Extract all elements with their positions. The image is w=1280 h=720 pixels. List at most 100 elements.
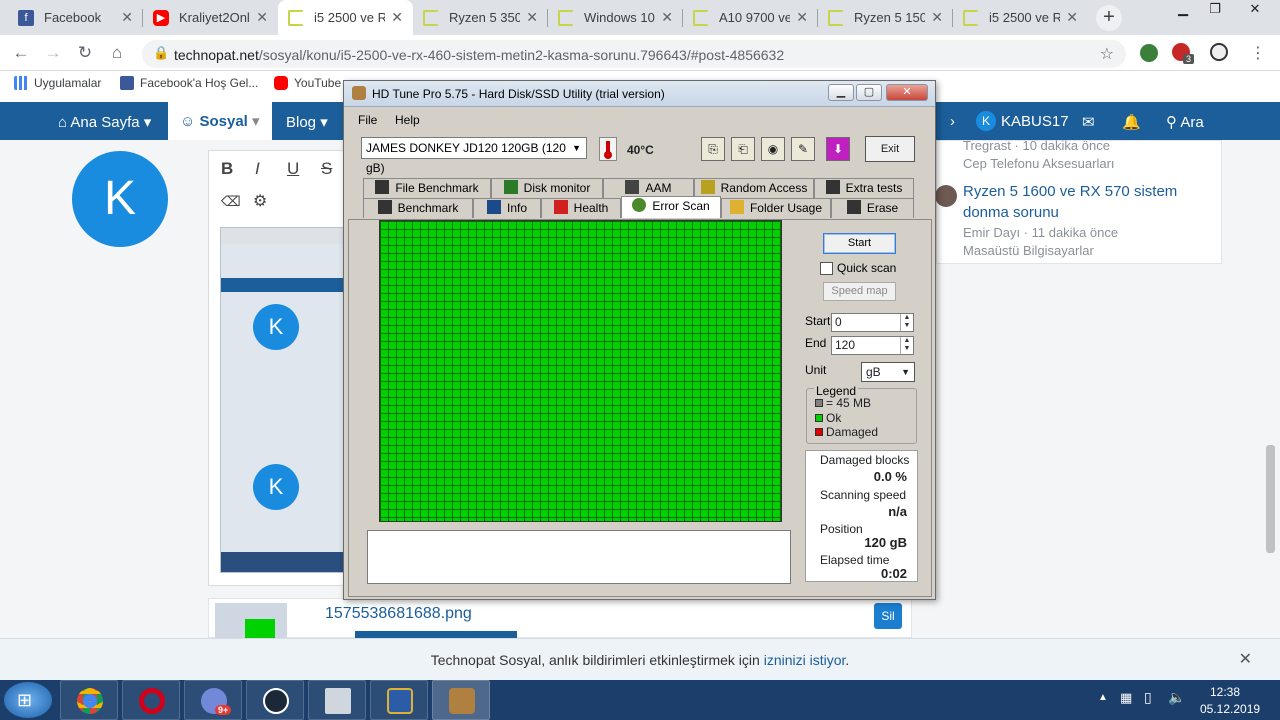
exit-button[interactable]: Exit — [865, 136, 915, 162]
close-icon[interactable]: ✕ — [931, 9, 943, 26]
drive-select[interactable]: JAMES DONKEY JD120 120GB (120 gB) ▼ — [361, 137, 587, 175]
strikethrough-icon[interactable]: S — [321, 159, 332, 179]
save-icon[interactable]: ⬇ — [826, 137, 850, 161]
menu-file[interactable]: File — [358, 113, 377, 127]
eraser-icon[interactable]: ⌫ — [221, 193, 241, 210]
hdtune-titlebar[interactable]: HD Tune Pro 5.75 - Hard Disk/SSD Utility… — [344, 81, 935, 107]
attachment-thumbnail[interactable] — [215, 603, 287, 639]
tab-kraliyet[interactable]: ▶ Kraliyet2Onli ✕ — [143, 0, 278, 35]
minimize-icon[interactable]: ▁ — [1168, 0, 1198, 22]
restore-icon[interactable]: ❐ — [1200, 0, 1230, 22]
copy-all-icon[interactable]: ⎗ — [731, 137, 755, 161]
inbox-icon[interactable]: ✉ — [1082, 113, 1095, 131]
new-tab-button[interactable]: + — [1096, 5, 1122, 31]
tab-facebook[interactable]: f Facebook ✕ — [8, 0, 143, 35]
avatar[interactable]: K — [72, 151, 168, 247]
taskbar-notepad[interactable] — [308, 680, 366, 720]
spinner-icon[interactable]: ▲ ▼ — [900, 314, 913, 331]
taskbar-opera[interactable] — [122, 680, 180, 720]
gear-icon[interactable]: ⚙ — [253, 191, 267, 211]
start-scan-button[interactable]: Start — [823, 233, 896, 254]
tab-disk-monitor[interactable]: Disk monitor — [491, 178, 603, 198]
tab-file-benchmark[interactable]: File Benchmark — [363, 178, 491, 198]
scan-log-box[interactable] — [367, 530, 791, 584]
tab-error-scan[interactable]: Error Scan — [621, 196, 721, 218]
tab-i5-2500-active[interactable]: i5 2500 ve RX ✕ — [278, 0, 413, 35]
underline-icon[interactable]: U — [287, 159, 299, 179]
address-bar[interactable]: 🔒 technopat.net/sosyal/konu/i5-2500-ve-r… — [142, 40, 1126, 68]
network-icon[interactable]: ▦ — [1120, 690, 1132, 706]
taskbar-discord[interactable]: 9+ — [184, 680, 242, 720]
battery-icon[interactable]: ▯ — [1144, 689, 1152, 706]
bold-icon[interactable]: B — [221, 159, 233, 179]
close-icon[interactable]: ✕ — [121, 9, 133, 26]
start-field[interactable]: 0 ▲ ▼ — [831, 313, 914, 332]
quick-scan-label[interactable]: Quick scan — [837, 261, 896, 275]
close-icon[interactable]: ✕ — [1066, 9, 1078, 26]
close-window-icon[interactable]: ✕ — [1240, 0, 1270, 22]
speed-map-button[interactable]: Speed map — [823, 282, 896, 301]
tab-benchmark[interactable]: Benchmark — [363, 198, 473, 218]
bookmark-star-icon[interactable]: ☆ — [1100, 44, 1114, 64]
notification-permission-link[interactable]: izninizi istiyor — [764, 652, 846, 668]
tab-windows-10[interactable]: Windows 10 ✕ — [548, 0, 683, 35]
thread-category[interactable]: Masaüstü Bilgisayarlar — [963, 243, 1094, 258]
close-icon[interactable]: ✕ — [391, 9, 403, 26]
close-icon[interactable]: ✕ — [526, 9, 538, 26]
close-icon[interactable]: ✕ — [256, 9, 268, 26]
spinner-icon[interactable]: ▲ ▼ — [900, 337, 913, 354]
menu-icon[interactable]: ⋮ — [1250, 43, 1266, 63]
bookmark-apps[interactable]: Uygulamalar — [14, 76, 101, 90]
nav-social[interactable]: ☺ Sosyal ▾ — [168, 102, 272, 140]
soccer-ball-icon[interactable] — [1210, 43, 1228, 61]
tray-overflow-icon[interactable]: ▲ — [1098, 692, 1108, 703]
delete-attachment-button[interactable]: Sil — [874, 603, 902, 629]
nav-blog[interactable]: Blog ▾ — [286, 113, 328, 131]
end-field[interactable]: 120 ▲ ▼ — [831, 336, 914, 355]
thread-title-link[interactable]: Ryzen 5 1600 ve RX 570 sistem donma soru… — [963, 181, 1213, 223]
home-icon[interactable]: ⌂ — [106, 42, 128, 64]
minimize-icon[interactable]: ▁ — [828, 84, 854, 101]
tab-folder-usage[interactable]: Folder Usage — [721, 198, 831, 218]
unit-select[interactable]: gB ▼ — [861, 362, 915, 382]
taskbar-hdtune[interactable] — [432, 680, 490, 720]
bookmark-youtube[interactable]: YouTube — [274, 76, 341, 90]
user-avatar-small[interactable]: K — [976, 111, 996, 131]
screenshot-thumbnail[interactable]: K K — [220, 227, 346, 573]
nav-username[interactable]: KABUS17 — [1001, 113, 1069, 130]
back-icon[interactable]: ← — [10, 42, 32, 64]
italic-icon[interactable]: I — [255, 159, 260, 179]
extension-globe-icon[interactable] — [1140, 44, 1158, 62]
nav-home[interactable]: ⌂ Ana Sayfa ▾ — [58, 113, 151, 131]
user-avatar-icon[interactable] — [935, 185, 957, 207]
tab-erase[interactable]: Erase — [831, 198, 914, 218]
options-icon[interactable]: ✎ — [791, 137, 815, 161]
tab-health[interactable]: Health — [541, 198, 621, 218]
taskbar-chrome[interactable] — [60, 680, 118, 720]
page-scrollbar[interactable] — [1266, 445, 1275, 553]
close-icon[interactable]: ✕ — [886, 84, 928, 101]
taskbar-steam[interactable] — [246, 680, 304, 720]
tab-info[interactable]: Info — [473, 198, 541, 218]
tab-random-access[interactable]: Random Access — [694, 178, 814, 198]
forward-icon[interactable]: → — [42, 42, 64, 64]
quick-scan-checkbox[interactable] — [820, 262, 833, 275]
camera-icon[interactable]: ◉ — [761, 137, 785, 161]
tab-extra-tests[interactable]: Extra tests — [814, 178, 914, 198]
maximize-icon[interactable]: ▢ — [856, 84, 882, 101]
attachment-filename[interactable]: 1575538681688.png — [325, 605, 472, 623]
volume-icon[interactable]: 🔈 — [1168, 689, 1185, 706]
chevron-right-icon[interactable]: › — [950, 113, 955, 130]
close-icon[interactable]: ✕ — [796, 9, 808, 26]
menu-help[interactable]: Help — [395, 113, 420, 127]
tab-i5-2500-second[interactable]: i5 2500 ve RX ✕ — [953, 0, 1088, 35]
bell-icon[interactable]: 🔔 — [1122, 113, 1141, 131]
tab-ryzen-3500[interactable]: Ryzen 5 3500 ✕ — [413, 0, 548, 35]
nav-search[interactable]: ⚲ Ara — [1166, 113, 1204, 131]
tab-ryzen-1500[interactable]: Ryzen 5 1500 ✕ — [818, 0, 953, 35]
tab-aam[interactable]: AAM — [603, 178, 694, 198]
clock-date[interactable]: 05.12.2019 — [1200, 702, 1260, 716]
reload-icon[interactable]: ↻ — [74, 42, 96, 64]
bookmark-facebook[interactable]: Facebook'a Hoş Gel... — [120, 76, 258, 90]
start-button[interactable]: ⊞ — [4, 682, 52, 718]
